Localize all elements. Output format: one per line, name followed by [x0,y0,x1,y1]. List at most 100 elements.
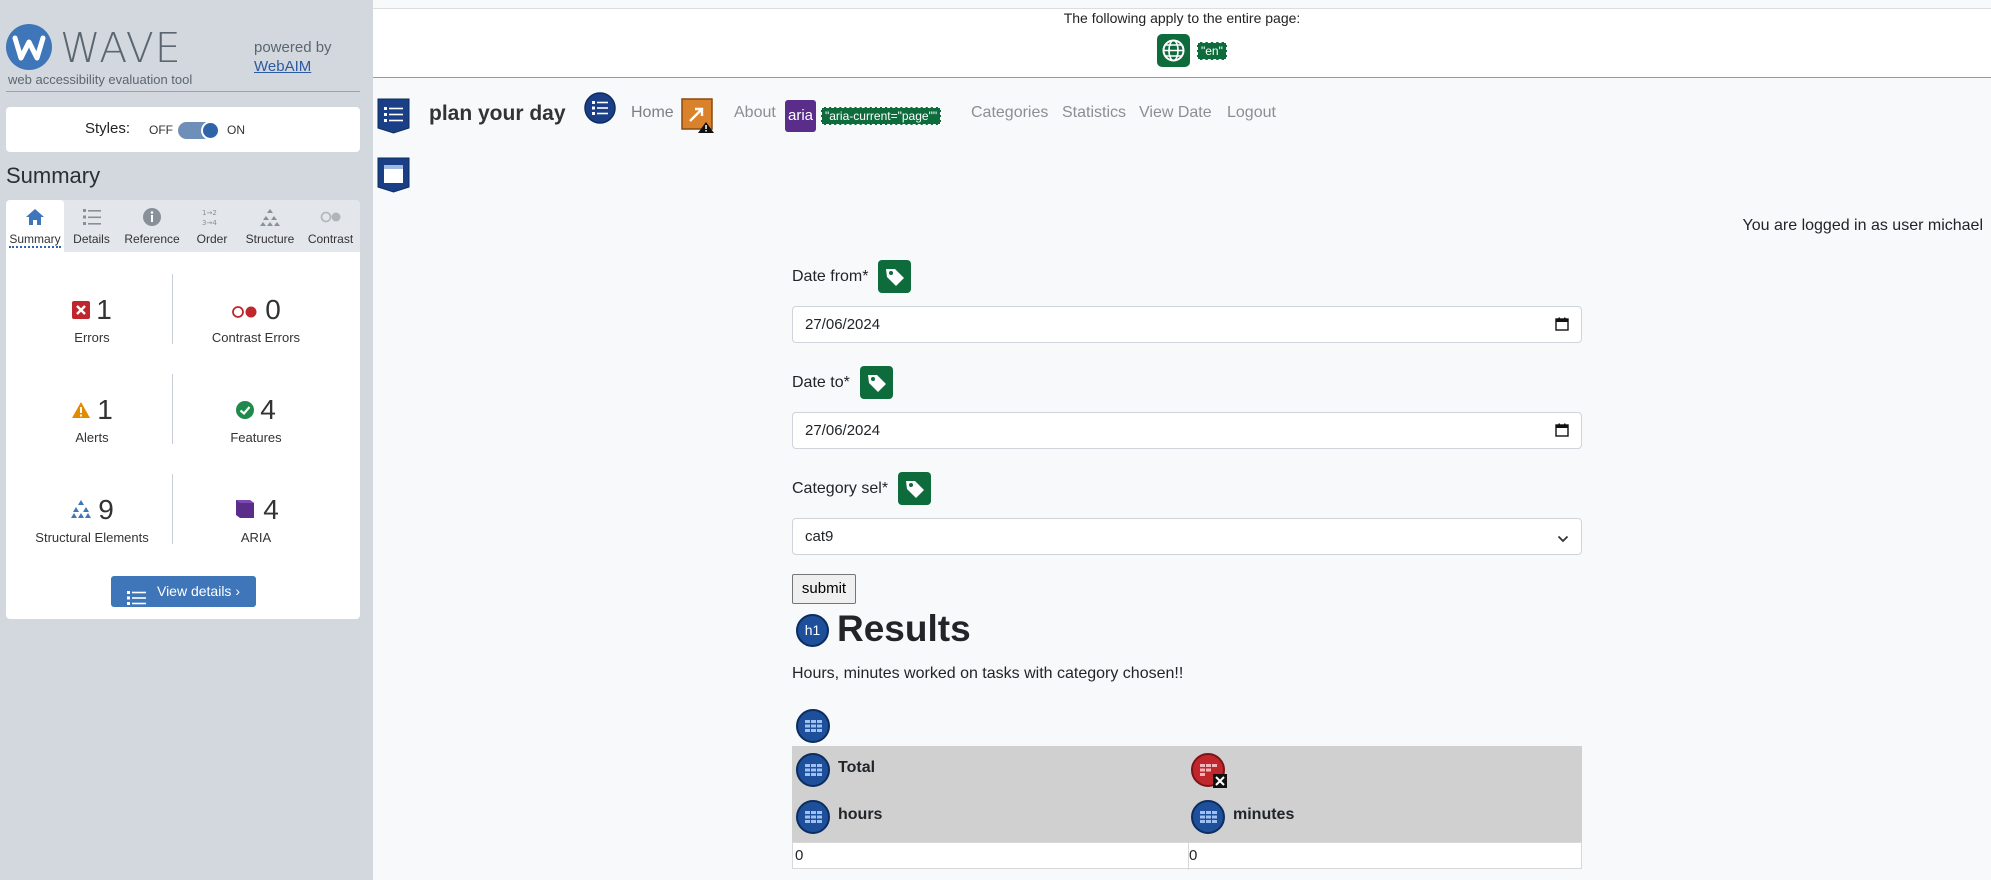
view-details-button[interactable]: View details › [111,576,256,607]
info-icon [140,206,164,228]
stat-aria[interactable]: 4 ARIA [176,494,336,545]
table-row: 0 0 [792,842,1582,870]
aria-label: ARIA [240,530,272,545]
features-label: Features [230,430,282,445]
toggle-knob [201,121,220,140]
stat-features[interactable]: 4 Features [176,394,336,445]
aria-icon [233,494,257,526]
category-label: Category sel* [792,479,889,497]
wave-logo-icon [6,24,52,70]
styles-toggle-box: Styles: OFF ON [6,107,360,152]
table-header-cell-icon[interactable] [796,800,830,834]
tab-reference[interactable]: Reference [119,200,185,252]
submit-button[interactable]: submit [792,574,856,604]
wave-brand: WAVE web accessibility evaluation tool p… [6,20,366,88]
stat-contrast-errors[interactable]: 0 Contrast Errors [176,294,336,345]
powered-by-text: powered by [254,39,332,56]
table-header-cell-icon[interactable] [1191,800,1225,834]
site-navbar: plan your day Home About aria "aria-curr… [373,80,1991,153]
styles-toggle-switch[interactable] [178,121,220,140]
svg-text:1→2: 1→2 [202,209,217,217]
styles-on-label: ON [227,123,245,137]
category-value: cat9 [805,528,834,545]
label-tag-icon[interactable] [878,260,912,293]
main-region-icon[interactable] [377,157,410,193]
banner-text: The following apply to the entire page: [1063,10,1301,26]
tab-details-label: Details [73,232,110,246]
date-from-input[interactable]: 27/06/2024 [792,306,1582,343]
nav-view-date[interactable]: View Date [1139,104,1212,122]
stat-alerts[interactable]: 1 Alerts [12,394,172,445]
contrast-error-icon [231,294,259,326]
th-hours: hours [838,806,883,823]
cell-hours: 0 [795,847,804,864]
chevron-down-icon [1557,531,1569,548]
language-globe-icon[interactable] [1157,34,1190,67]
stat-errors[interactable]: 1 Errors [12,294,172,345]
header-region-icon[interactable] [377,98,410,134]
results-heading: Results [837,608,971,649]
alerts-count: 1 [97,394,113,425]
nav-logout[interactable]: Logout [1227,104,1276,122]
errors-label: Errors [74,330,110,345]
category-select[interactable]: cat9 [792,518,1582,555]
tab-contrast-label: Contrast [307,232,354,246]
tab-order-label: Order [196,232,228,246]
date-from-label-row: Date from* [792,260,912,293]
date-from-label: Date from* [792,267,869,285]
powered-by: powered by WebAIM [254,38,332,76]
h1-heading-badge[interactable]: h1 [796,614,829,647]
tab-summary[interactable]: Summary [6,200,64,252]
date-to-input[interactable]: 27/06/2024 [792,412,1582,449]
calendar-icon[interactable] [1555,423,1569,441]
category-label-row: Category sel* [792,472,932,505]
tab-order[interactable]: 1→2 3→4 Order [185,200,239,252]
nav-categories[interactable]: Categories [971,104,1048,122]
label-tag-icon[interactable] [859,366,893,399]
svg-text:3→4: 3→4 [202,219,217,227]
nav-statistics[interactable]: Statistics [1062,104,1126,122]
wave-wordmark: WAVE [60,24,182,72]
wave-tabs: Summary Details Reference 1→2 3→4 Order S… [6,200,360,252]
navigation-region-icon[interactable] [584,92,616,124]
date-to-label: Date to* [792,373,850,391]
th-total: Total [838,759,876,776]
data-table-icon[interactable] [796,709,830,743]
structure-label: Structural Elements [35,530,149,545]
logged-in-status: You are logged in as user michael [1742,217,1983,234]
tab-structure[interactable]: Structure [239,200,301,252]
stat-divider [172,474,173,544]
aria-badge[interactable]: aria [785,100,816,132]
date-from-value: 27/06/2024 [805,316,881,333]
features-count: 4 [260,394,276,425]
tab-contrast[interactable]: Contrast [301,200,360,252]
nav-home[interactable]: Home [631,104,674,122]
error-icon [72,294,91,326]
calendar-icon[interactable] [1555,317,1569,335]
empty-table-header-error-icon[interactable] [1191,753,1227,788]
structure-count: 9 [98,494,114,525]
structure-icon [258,206,282,228]
webaim-link[interactable]: WebAIM [254,57,332,76]
label-tag-icon[interactable] [898,472,932,505]
tab-structure-label: Structure [245,232,295,246]
language-tag: "en" [1197,42,1227,60]
nav-about[interactable]: About [734,104,776,122]
tab-reference-label: Reference [124,232,180,246]
list-icon [127,585,147,616]
table-header-cell-icon[interactable] [796,753,830,787]
stat-divider [172,374,173,444]
summary-heading: Summary [6,163,101,188]
redundant-link-alert-icon[interactable] [681,98,715,134]
wave-tagline: web accessibility evaluation tool [8,72,193,87]
brand-divider [6,91,360,92]
date-to-value: 27/06/2024 [805,422,881,439]
tab-details[interactable]: Details [64,200,119,252]
stat-structural-elements[interactable]: 9 Structural Elements [12,494,172,545]
wave-sidebar: WAVE web accessibility evaluation tool p… [0,0,373,880]
aria-count: 4 [263,494,279,525]
site-brand[interactable]: plan your day [429,102,566,126]
page-level-banner: The following apply to the entire page: … [373,8,1991,78]
home-icon [23,206,47,228]
alerts-label: Alerts [75,430,109,445]
